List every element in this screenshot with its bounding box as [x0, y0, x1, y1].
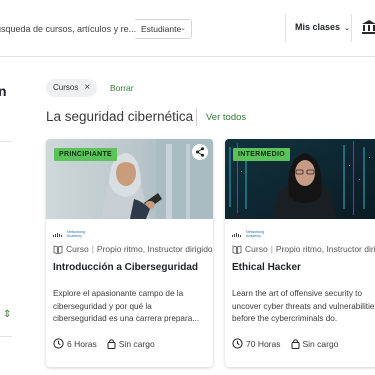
my-classes-label: Mis clases: [295, 22, 341, 32]
header-divider: [285, 14, 286, 42]
course-hours: 70 Horas: [246, 338, 281, 349]
clock-icon: [232, 338, 243, 349]
course-pace: Propio ritmo, Instructor dirigido: [275, 244, 375, 254]
chevron-down-icon: ⌄: [180, 25, 186, 32]
logo-line-2: Academy: [246, 234, 261, 238]
share-icon: [196, 147, 204, 157]
networking-academy-logo: Networking Academy: [53, 230, 85, 238]
level-badge: INTERMEDIO: [233, 148, 290, 161]
lock-icon: [291, 339, 299, 349]
lock-icon: [107, 339, 116, 349]
cisco-logo-icon: [53, 233, 62, 237]
sidebar-heading: n: [0, 83, 7, 99]
search-input[interactable]: úsqueda de cursos, artículos y re...: [0, 19, 136, 39]
course-card[interactable]: PRINCIPIANTE Networking Academy Curso | …: [46, 139, 213, 367]
course-description: Learn the art of offensive security to u…: [232, 289, 375, 323]
course-title[interactable]: Introducción a Ciberseguridad: [53, 262, 198, 273]
filter-chip-label: Cursos: [53, 83, 79, 92]
chevron-down-icon: ⌄: [344, 25, 350, 32]
sidebar-divider: [0, 141, 12, 142]
book-icon: [53, 244, 63, 254]
audience-select[interactable]: Estudiante ⌄: [135, 19, 192, 39]
audience-select-value: Estudiante: [141, 24, 182, 34]
course-footer: 6 Horas Sin cargo: [53, 338, 155, 349]
clock-icon: [53, 338, 64, 349]
see-all-link[interactable]: Ver todos: [206, 112, 246, 123]
course-cost: Sin cargo: [118, 338, 155, 349]
course-card[interactable]: INTERMEDIO Networking Academy Curso | Pr…: [225, 139, 375, 367]
header-divider: [351, 14, 352, 42]
level-badge: PRINCIPIANTE: [54, 148, 117, 161]
course-type: Curso: [66, 244, 89, 254]
sidebar-divider: [0, 336, 12, 337]
section-divider: [196, 108, 197, 126]
course-title[interactable]: Ethical Hacker: [232, 262, 301, 273]
course-hours: 6 Horas: [67, 338, 97, 349]
institution-icon[interactable]: [361, 19, 375, 35]
cisco-logo-icon: [232, 233, 241, 237]
course-footer: 70 Horas Sin cargo: [232, 338, 338, 349]
networking-academy-logo: Networking Academy: [232, 230, 264, 238]
filter-chip-cursos[interactable]: Cursos ×: [46, 79, 98, 97]
course-description: Explore el apasionante campo de la ciber…: [53, 289, 200, 323]
clear-filters-link[interactable]: Borrar: [110, 83, 134, 93]
share-button[interactable]: [192, 144, 208, 160]
course-type: Curso: [245, 244, 268, 254]
logo-line-2: Academy: [67, 234, 82, 238]
close-icon[interactable]: ×: [84, 79, 90, 97]
course-cost: Sin cargo: [302, 338, 339, 349]
my-classes-menu[interactable]: Mis clases ⌄: [295, 22, 350, 32]
expand-chevron-icon[interactable]: ⇕: [3, 309, 11, 320]
book-icon: [232, 244, 242, 254]
course-meta: Curso | Propio ritmo, Instructor dirigid…: [53, 244, 213, 254]
course-meta: Curso | Propio ritmo, Instructor dirigid…: [232, 244, 375, 254]
section-title: La seguridad cibernética: [46, 109, 194, 124]
course-pace: Propio ritmo, Instructor dirigido: [96, 244, 213, 254]
top-bar: úsqueda de cursos, artículos y re... Est…: [0, 0, 375, 57]
